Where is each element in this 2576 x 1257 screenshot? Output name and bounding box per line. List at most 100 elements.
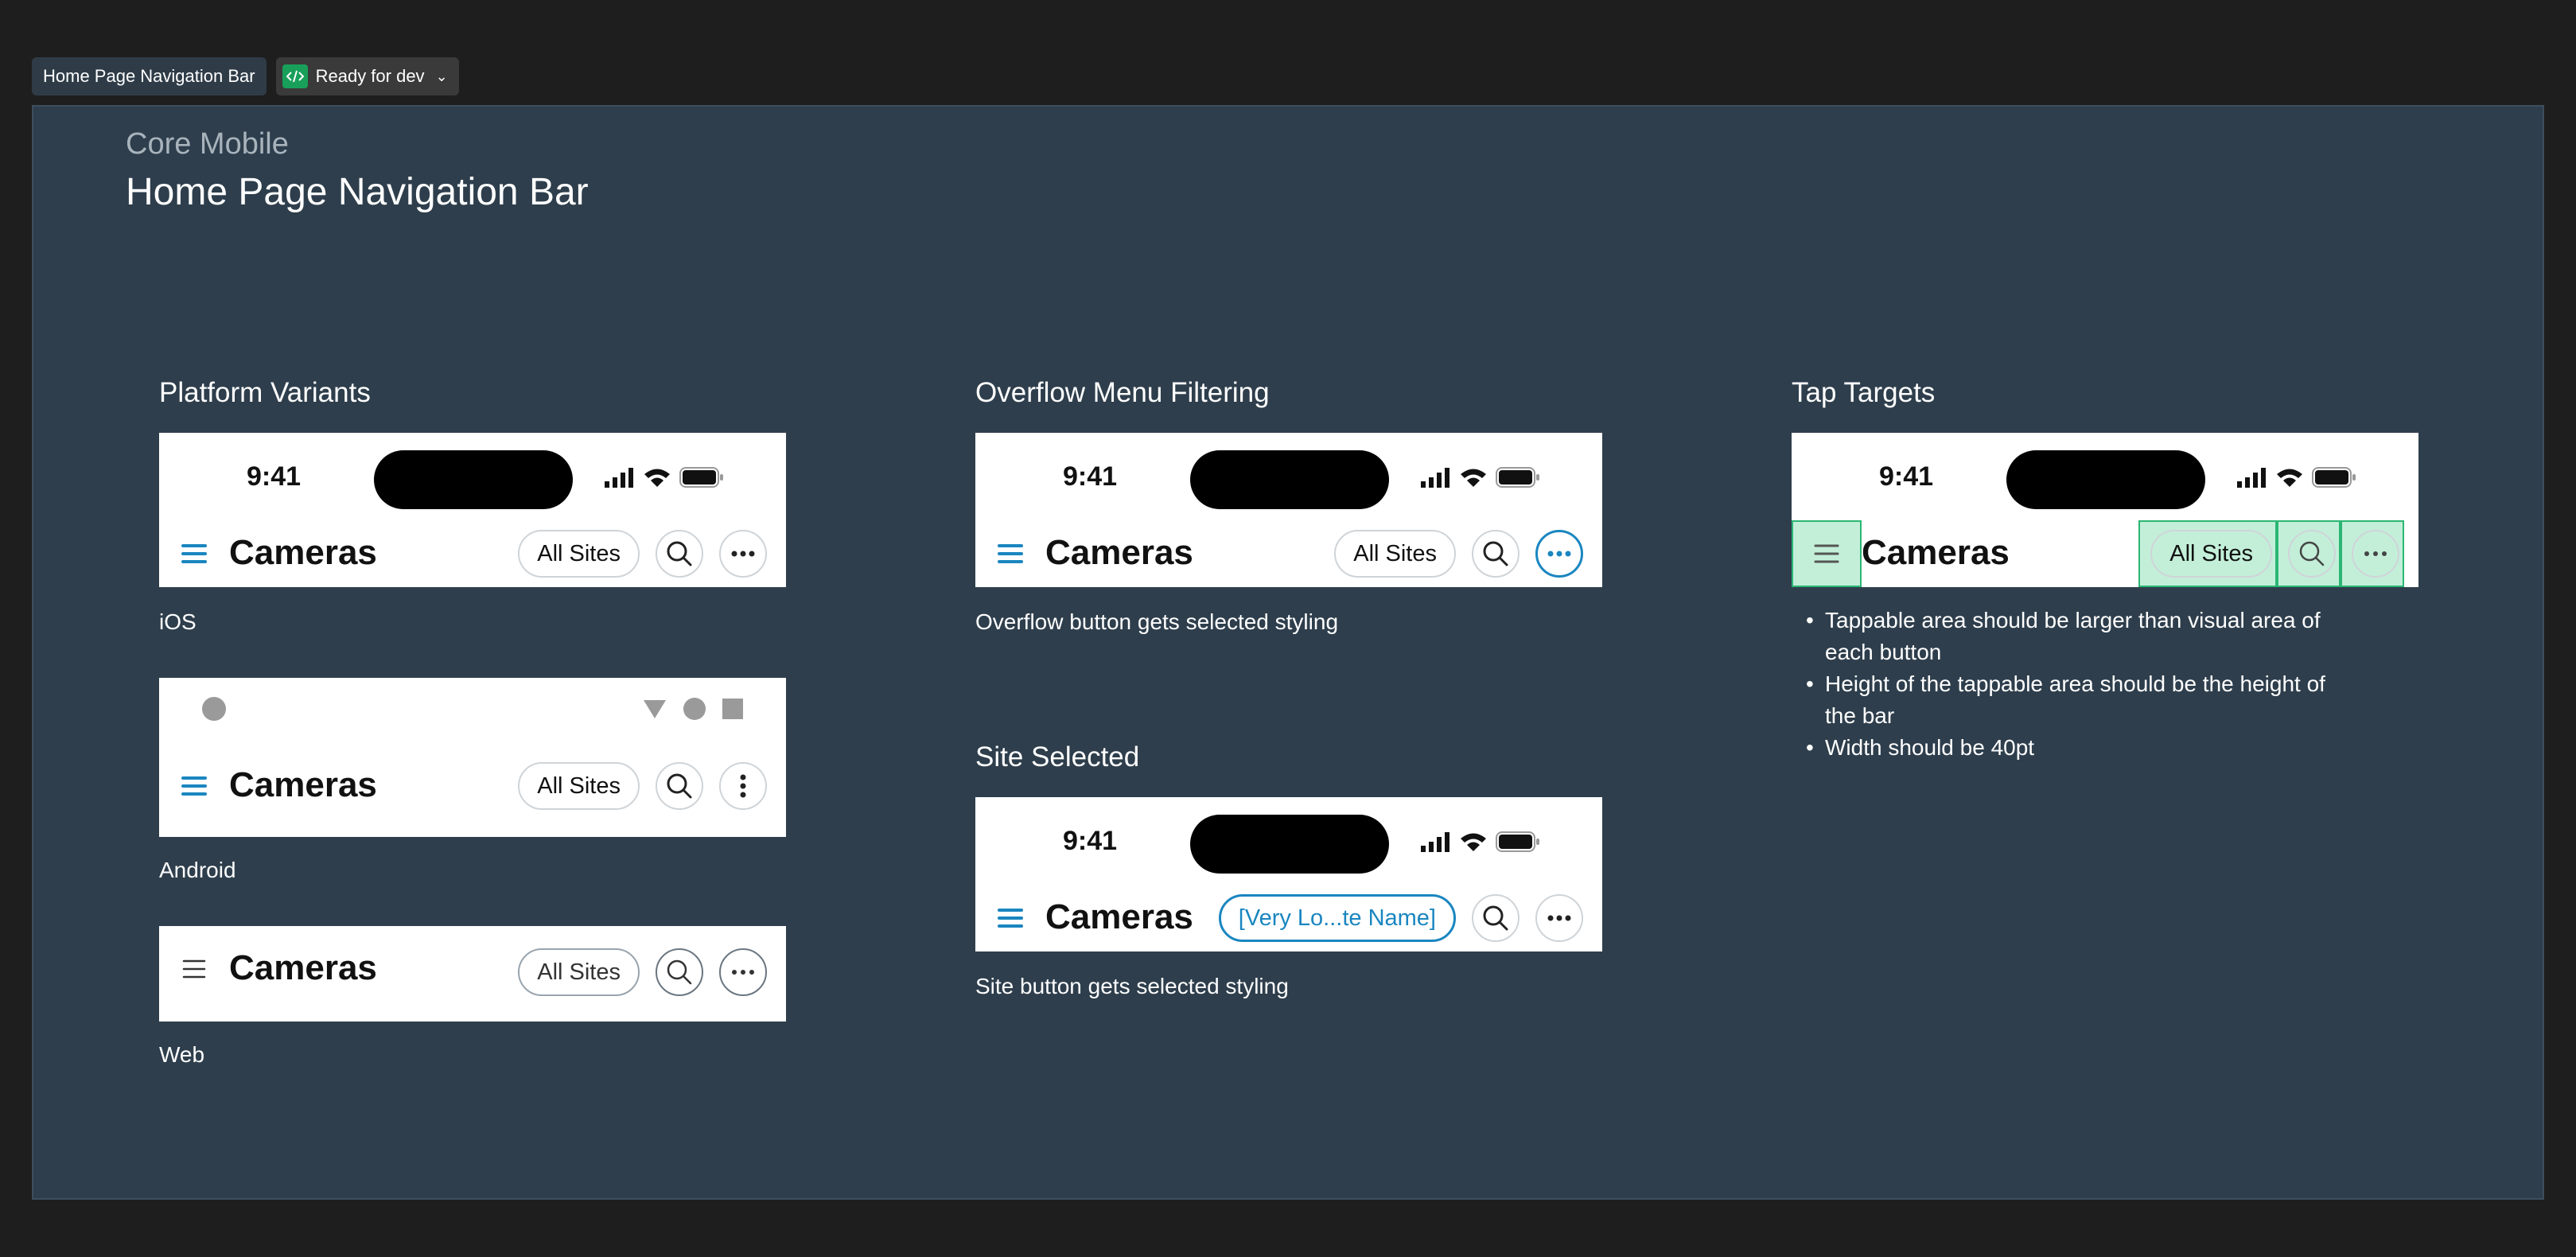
wifi-icon — [644, 469, 670, 487]
wifi-icon — [1461, 469, 1486, 487]
signal-icon — [605, 468, 633, 488]
page-eyebrow: Core Mobile — [126, 127, 289, 161]
search-button[interactable] — [656, 530, 703, 578]
camera-dot-icon — [202, 697, 226, 721]
status-icons — [1421, 466, 1540, 488]
search-button[interactable] — [1472, 530, 1520, 578]
ready-for-dev-dropdown[interactable]: Ready for dev ⌄ — [275, 57, 459, 95]
note-item: • Width should be 40pt — [1806, 735, 2035, 760]
web-nav-bar: Cameras All Sites — [159, 926, 786, 1022]
hamburger-menu-icon[interactable] — [177, 769, 212, 804]
section-platform-variants: Platform Variants — [159, 377, 371, 408]
ios-status-bar: 9:41 — [975, 797, 1602, 885]
battery-icon — [679, 467, 723, 488]
ios-nav-bar: Cameras All Sites — [1792, 520, 2418, 587]
android-nav-mock: Cameras All Sites — [159, 678, 786, 837]
hamburger-menu-icon[interactable] — [177, 536, 212, 571]
tap-targets-nav-mock: 9:41 Cameras All Sites — [1792, 433, 2418, 587]
caption-site-selected: Site button gets selected styling — [975, 974, 1289, 998]
search-button[interactable] — [1472, 894, 1520, 942]
site-button-selected[interactable]: [Very Lo...te Name] — [1218, 894, 1456, 942]
all-sites-button[interactable]: All Sites — [518, 762, 640, 810]
search-icon — [667, 959, 692, 985]
hamburger-menu-icon[interactable] — [993, 901, 1028, 936]
caption-android: Android — [159, 858, 236, 882]
search-icon — [1483, 905, 1508, 931]
more-horizontal-icon — [1547, 915, 1571, 921]
android-status-bar — [159, 678, 786, 738]
hamburger-menu-icon[interactable] — [177, 952, 212, 987]
web-nav-mock: Cameras All Sites — [159, 926, 786, 1022]
ios-nav-bar: Cameras All Sites — [159, 520, 786, 587]
frame-header: Home Page Navigation Bar Ready for dev ⌄ — [32, 57, 459, 95]
note-item: • Tappable area should be larger than vis… — [1806, 608, 2321, 664]
status-icons — [1421, 831, 1540, 853]
ios-nav-mock: 9:41 Cameras All Sites — [159, 433, 786, 587]
section-overflow-filtering: Overflow Menu Filtering — [975, 377, 1270, 408]
more-vertical-icon — [740, 774, 746, 798]
nav-title: Cameras — [1045, 533, 1193, 572]
dynamic-island — [374, 450, 573, 509]
status-label: Ready for dev — [315, 66, 425, 86]
search-icon — [2299, 541, 2325, 566]
section-tap-targets: Tap Targets — [1792, 377, 1936, 408]
status-time: 9:41 — [247, 461, 302, 492]
status-icons — [2237, 466, 2356, 488]
status-time: 9:41 — [1063, 461, 1118, 492]
ios-nav-bar: Cameras [Very Lo...te Name] — [975, 885, 1602, 952]
frame-label[interactable]: Home Page Navigation Bar — [32, 57, 267, 95]
all-sites-button[interactable]: All Sites — [1334, 530, 1456, 578]
search-icon — [667, 773, 692, 799]
circle-icon — [683, 698, 706, 720]
wifi-icon — [1461, 833, 1486, 851]
overflow-button[interactable] — [2352, 530, 2399, 578]
dynamic-island — [1190, 450, 1389, 509]
all-sites-button[interactable]: All Sites — [2150, 530, 2272, 578]
hamburger-menu-icon[interactable] — [993, 536, 1028, 571]
search-button[interactable] — [656, 948, 703, 996]
ios-status-bar: 9:41 — [975, 433, 1602, 520]
dynamic-island — [1190, 815, 1389, 874]
caption-overflow: Overflow button gets selected styling — [975, 609, 1339, 634]
search-button[interactable] — [2288, 530, 2336, 578]
overflow-nav-mock: 9:41 Cameras All Sites — [975, 433, 1602, 587]
search-icon — [667, 541, 692, 566]
square-icon — [722, 699, 743, 719]
caption-web: Web — [159, 1042, 205, 1067]
android-status-icons — [643, 697, 743, 721]
dynamic-island — [2006, 450, 2205, 509]
overflow-button[interactable] — [1535, 894, 1583, 942]
all-sites-button[interactable]: All Sites — [518, 948, 640, 996]
search-button[interactable] — [656, 762, 703, 810]
tap-target-notes: • Tappable area should be larger than vis… — [1806, 605, 2347, 764]
overflow-button-selected[interactable] — [1535, 530, 1583, 578]
hamburger-menu-icon[interactable] — [1809, 536, 1844, 571]
signal-icon — [1421, 468, 1449, 488]
status-time: 9:41 — [1063, 826, 1118, 856]
signal-icon — [1421, 832, 1449, 852]
status-icons — [605, 466, 724, 488]
ios-nav-bar: Cameras All Sites — [975, 520, 1602, 587]
chevron-down-icon: ⌄ — [435, 68, 448, 84]
nav-title: Cameras — [229, 948, 377, 987]
all-sites-button[interactable]: All Sites — [518, 530, 640, 578]
nav-title: Cameras — [1045, 897, 1193, 936]
more-horizontal-icon — [732, 970, 754, 975]
page-title: Home Page Navigation Bar — [126, 171, 589, 213]
nav-title: Cameras — [229, 765, 377, 804]
search-icon — [1483, 541, 1508, 566]
note-item: • Height of the tappable area should be t… — [1806, 671, 2325, 728]
status-time: 9:41 — [1879, 461, 1934, 492]
wifi-icon — [2277, 469, 2302, 487]
ios-status-bar: 9:41 — [159, 433, 786, 520]
more-horizontal-icon — [731, 551, 755, 557]
more-horizontal-icon — [2364, 551, 2387, 556]
battery-icon — [2312, 467, 2356, 488]
caption-ios: iOS — [159, 609, 197, 634]
overflow-button[interactable] — [719, 948, 767, 996]
android-nav-bar: Cameras All Sites — [159, 753, 786, 819]
more-horizontal-icon — [1547, 551, 1571, 557]
signal-icon — [2237, 468, 2266, 488]
overflow-button[interactable] — [719, 762, 767, 810]
overflow-button[interactable] — [719, 530, 767, 578]
